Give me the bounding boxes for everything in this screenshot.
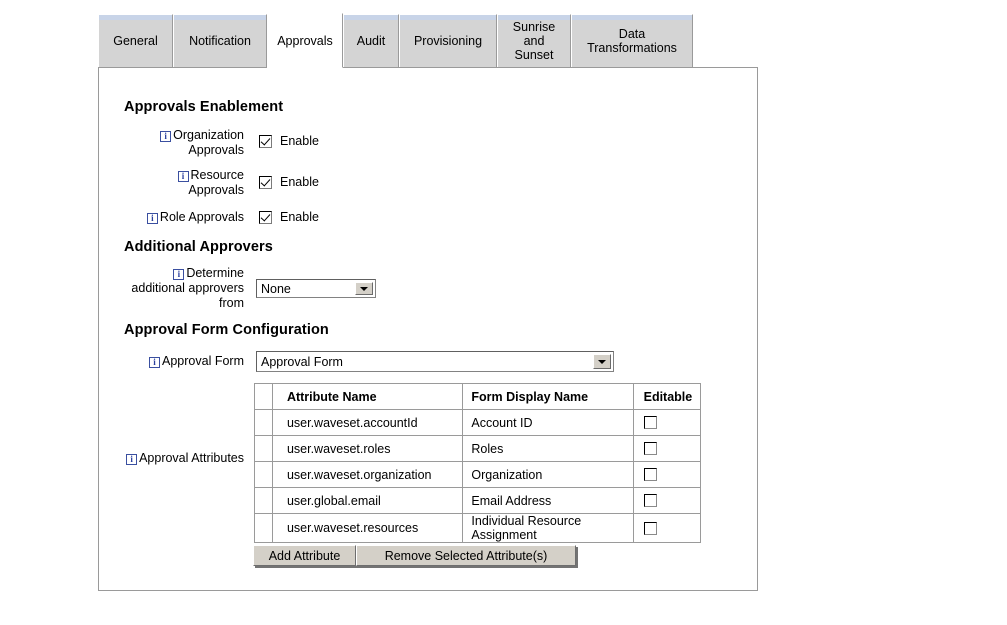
tab-audit-label: Audit bbox=[356, 34, 386, 48]
row-form-display-name: Email Address bbox=[462, 487, 634, 514]
organization-approvals-enable-row: Enable bbox=[259, 134, 319, 148]
attribute-actions: Add Attribute Remove Selected Attribute(… bbox=[253, 545, 576, 566]
tab-sunrise-and-sunset-label: Sunrise and Sunset bbox=[512, 20, 556, 62]
row-form-display-name: Account ID bbox=[462, 409, 634, 436]
tab-strip: General Notification Approvals Audit Pro… bbox=[98, 13, 693, 68]
role-approvals-label: i Role Approvals bbox=[129, 210, 244, 225]
tab-data-transformations[interactable]: Data Transformations bbox=[571, 14, 693, 68]
table-header-editable: Editable bbox=[632, 383, 702, 410]
row-select-cell[interactable] bbox=[254, 435, 273, 462]
resource-approvals-label: i Resource Approvals bbox=[149, 168, 244, 198]
determine-additional-approvers-label-text: Determine additional approvers from bbox=[131, 266, 244, 310]
row-editable-cell bbox=[632, 513, 702, 543]
chevron-down-icon[interactable] bbox=[355, 282, 373, 295]
tab-approvals-label: Approvals bbox=[277, 33, 333, 48]
tab-notification[interactable]: Notification bbox=[173, 14, 267, 68]
resource-approvals-enable-row: Enable bbox=[259, 175, 319, 189]
role-approvals-label-text: Role Approvals bbox=[159, 210, 244, 224]
approval-attributes-label: i Approval Attributes bbox=[114, 451, 244, 466]
row-editable-cell bbox=[632, 487, 702, 514]
organization-approvals-label: i Organization Approvals bbox=[149, 128, 244, 158]
tab-sunrise-and-sunset[interactable]: Sunrise and Sunset bbox=[497, 14, 571, 68]
row-editable-checkbox[interactable] bbox=[643, 442, 657, 455]
resource-approvals-enable-label: Enable bbox=[280, 175, 319, 189]
tab-general[interactable]: General bbox=[98, 14, 173, 68]
row-attribute-name: user.waveset.roles bbox=[271, 435, 464, 462]
tab-provisioning-label: Provisioning bbox=[413, 34, 483, 48]
row-editable-checkbox[interactable] bbox=[643, 521, 657, 535]
table-row[interactable]: user.waveset.roles Roles bbox=[254, 435, 702, 462]
determine-additional-approvers-label: i Determine additional approvers from bbox=[119, 266, 244, 311]
row-editable-cell bbox=[632, 461, 702, 488]
approvals-enablement-heading: Approvals Enablement bbox=[124, 99, 284, 115]
chevron-down-icon[interactable] bbox=[593, 354, 611, 369]
role-approvals-enable-label: Enable bbox=[280, 210, 319, 224]
additional-approvers-select[interactable]: None bbox=[256, 279, 376, 298]
table-row[interactable]: user.waveset.organization Organization bbox=[254, 461, 702, 488]
tab-provisioning[interactable]: Provisioning bbox=[399, 14, 497, 68]
table-header-row: Attribute Name Form Display Name Editabl… bbox=[254, 383, 702, 410]
approval-form-select-value: Approval Form bbox=[261, 354, 343, 369]
table-header-select bbox=[254, 383, 273, 410]
row-attribute-name: user.global.email bbox=[271, 487, 464, 514]
row-select-cell[interactable] bbox=[254, 461, 273, 488]
resource-approvals-label-text: Resource Approvals bbox=[188, 168, 244, 197]
tab-audit[interactable]: Audit bbox=[343, 14, 399, 68]
row-select-cell[interactable] bbox=[254, 409, 273, 436]
tab-data-transformations-label: Data Transformations bbox=[587, 27, 677, 55]
tab-notification-label: Notification bbox=[189, 34, 251, 48]
info-icon[interactable]: i bbox=[126, 454, 138, 465]
row-editable-cell bbox=[632, 435, 702, 462]
approval-attributes-label-text: Approval Attributes bbox=[139, 451, 244, 465]
row-select-cell[interactable] bbox=[254, 487, 273, 514]
approval-attributes-table: Attribute Name Form Display Name Editabl… bbox=[254, 383, 702, 543]
row-attribute-name: user.waveset.resources bbox=[271, 513, 464, 543]
tab-approvals[interactable]: Approvals bbox=[267, 13, 343, 68]
add-attribute-button[interactable]: Add Attribute bbox=[253, 545, 356, 566]
approval-form-label-text: Approval Form bbox=[162, 354, 244, 368]
row-editable-checkbox[interactable] bbox=[643, 468, 657, 481]
row-select-cell[interactable] bbox=[254, 513, 273, 543]
role-approvals-checkbox[interactable] bbox=[259, 210, 272, 224]
row-editable-checkbox[interactable] bbox=[643, 494, 657, 507]
row-form-display-name: Roles bbox=[462, 435, 634, 462]
additional-approvers-heading: Additional Approvers bbox=[124, 239, 273, 255]
approval-form-label: i Approval Form bbox=[124, 354, 244, 369]
table-header-form-display-name: Form Display Name bbox=[462, 383, 634, 410]
tab-general-label: General bbox=[113, 34, 158, 48]
row-attribute-name: user.waveset.organization bbox=[271, 461, 464, 488]
row-form-display-name: Individual Resource Assignment bbox=[462, 513, 634, 543]
resource-approvals-checkbox[interactable] bbox=[259, 175, 272, 189]
remove-selected-attributes-button[interactable]: Remove Selected Attribute(s) bbox=[356, 545, 576, 566]
table-row[interactable]: user.waveset.accountId Account ID bbox=[254, 409, 702, 436]
table-row[interactable]: user.global.email Email Address bbox=[254, 487, 702, 514]
organization-approvals-enable-label: Enable bbox=[280, 134, 319, 148]
info-icon[interactable]: i bbox=[173, 269, 185, 280]
approval-form-select[interactable]: Approval Form bbox=[256, 351, 614, 372]
info-icon[interactable]: i bbox=[177, 171, 189, 182]
row-editable-cell bbox=[632, 409, 702, 436]
organization-approvals-checkbox[interactable] bbox=[259, 134, 272, 148]
organization-approvals-label-text: Organization Approvals bbox=[173, 128, 244, 157]
table-row[interactable]: user.waveset.resources Individual Resour… bbox=[254, 513, 702, 543]
row-form-display-name: Organization bbox=[462, 461, 634, 488]
role-approvals-enable-row: Enable bbox=[259, 210, 319, 224]
table-header-attribute-name: Attribute Name bbox=[271, 383, 464, 410]
approvals-panel: Approvals Enablement i Organization Appro… bbox=[98, 67, 758, 591]
info-icon[interactable]: i bbox=[146, 213, 158, 224]
row-editable-checkbox[interactable] bbox=[643, 416, 657, 429]
info-icon[interactable]: i bbox=[149, 357, 161, 368]
info-icon[interactable]: i bbox=[160, 131, 172, 142]
approval-form-configuration-heading: Approval Form Configuration bbox=[124, 322, 329, 338]
row-attribute-name: user.waveset.accountId bbox=[271, 409, 464, 436]
approvals-configuration-screen: General Notification Approvals Audit Pro… bbox=[0, 0, 1007, 625]
additional-approvers-select-value: None bbox=[261, 281, 291, 296]
